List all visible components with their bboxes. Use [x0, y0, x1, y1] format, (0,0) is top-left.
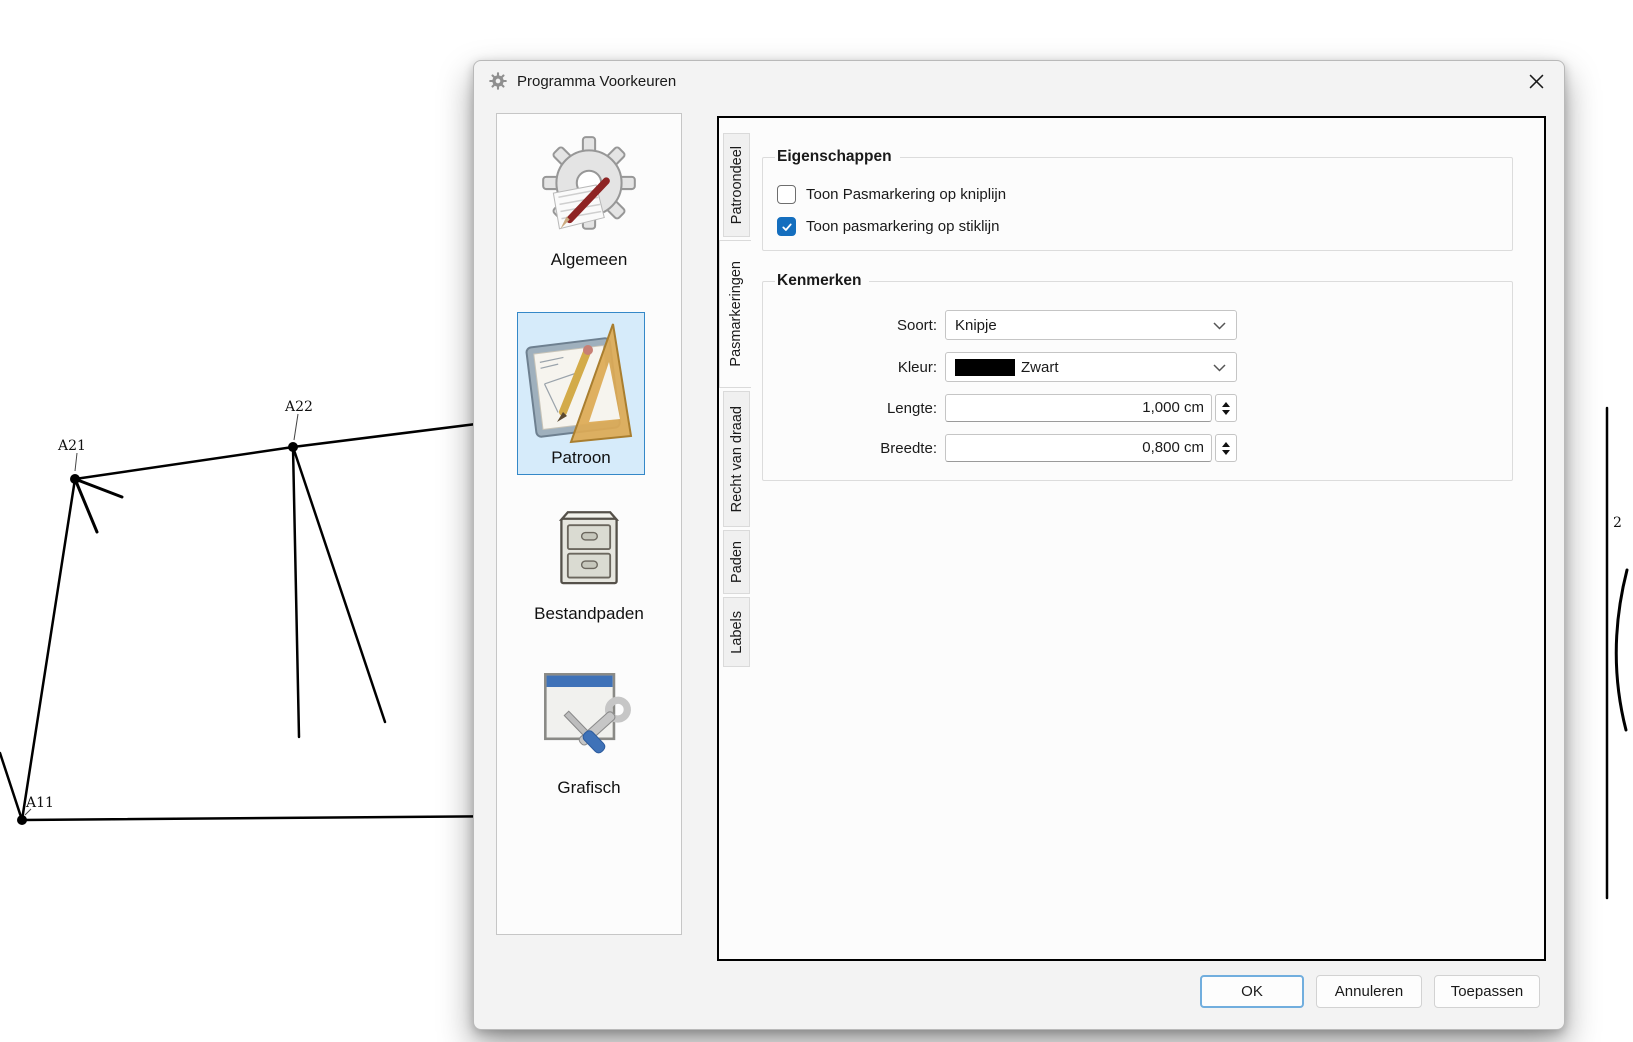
group-title: Kenmerken: [775, 272, 869, 290]
gear-icon: [488, 71, 508, 91]
sidebar-item-label: Bestandpaden: [534, 604, 644, 624]
pattern-line: [0, 753, 22, 820]
label-leader: [294, 414, 298, 440]
lengte-label: Lengte:: [775, 400, 945, 417]
pattern-line: [75, 447, 293, 479]
checkbox-stiklijn[interactable]: [777, 217, 796, 236]
preferences-dialog: Programma Voorkeuren: [473, 60, 1565, 1030]
pattern-line: [293, 421, 500, 447]
cancel-button[interactable]: Annuleren: [1316, 975, 1422, 1008]
kleur-row: Kleur: Zwart: [775, 352, 1500, 382]
sidebar-item-algemeen[interactable]: Algemeen: [497, 130, 681, 270]
breedte-row: Breedte: 0,800 cm: [775, 434, 1500, 462]
lengte-row: Lengte: 1,000 cm: [775, 394, 1500, 422]
point-label-a22: A22: [284, 399, 313, 415]
lengte-spinner[interactable]: [1215, 394, 1237, 422]
soort-dropdown[interactable]: Knipje: [945, 310, 1237, 340]
tab-pasmarkeringen[interactable]: Pasmarkeringen: [719, 240, 751, 388]
check-icon: [781, 221, 793, 233]
dialog-title: Programma Voorkeuren: [517, 73, 676, 90]
dialog-titlebar[interactable]: Programma Voorkeuren: [474, 61, 1564, 101]
sidebar-item-grafisch[interactable]: Grafisch: [497, 666, 681, 798]
breedte-label: Breedte:: [775, 440, 945, 457]
file-cabinet-icon: [543, 504, 635, 596]
gear-pencil-icon: [533, 130, 645, 242]
sidebar-item-label: Grafisch: [557, 778, 620, 798]
tab-paden[interactable]: Paden: [723, 530, 750, 594]
checkbox-row-stiklijn[interactable]: Toon pasmarkering op stiklijn: [777, 217, 1500, 236]
sidebar-item-label: Patroon: [551, 448, 611, 468]
pattern-curve: [1616, 570, 1627, 730]
pattern-board-icon: [525, 320, 637, 446]
breedte-input[interactable]: 0,800 cm: [945, 434, 1212, 462]
vertical-tab-bar: Patroondeel Pasmarkeringen Recht van dra…: [719, 118, 751, 959]
spin-up-icon[interactable]: [1222, 402, 1230, 407]
kleur-dropdown[interactable]: Zwart: [945, 352, 1237, 382]
pattern-line: [22, 816, 520, 820]
soort-label: Soort:: [775, 317, 945, 334]
checkbox-label: Toon Pasmarkering op kniplijn: [806, 186, 1006, 203]
checkbox-label: Toon pasmarkering op stiklijn: [806, 218, 999, 235]
lengte-input[interactable]: 1,000 cm: [945, 394, 1212, 422]
tab-patroondeel[interactable]: Patroondeel: [723, 133, 750, 237]
chevron-down-icon: [1213, 322, 1226, 330]
checkbox-kniplijn[interactable]: [777, 185, 796, 204]
soort-value: Knipje: [955, 317, 997, 334]
soort-row: Soort: Knipje: [775, 310, 1500, 340]
checkbox-row-kniplijn[interactable]: Toon Pasmarkering op kniplijn: [777, 185, 1500, 204]
sidebar-item-patroon[interactable]: Patroon: [517, 312, 645, 475]
window-tools-icon: [537, 666, 641, 770]
spin-down-icon[interactable]: [1222, 450, 1230, 455]
point-label-a21: A21: [57, 438, 86, 454]
tab-recht-van-draad[interactable]: Recht van draad: [723, 391, 750, 527]
pattern-line: [293, 447, 385, 722]
pattern-point: [17, 815, 27, 825]
group-title: Eigenschappen: [775, 148, 900, 166]
ok-button[interactable]: OK: [1200, 975, 1304, 1008]
pattern-line: [22, 479, 75, 820]
color-swatch-black: [955, 359, 1015, 376]
spin-up-icon[interactable]: [1222, 442, 1230, 447]
tab-content: Eigenschappen Toon Pasmarkering op knipl…: [751, 118, 1544, 959]
chevron-down-icon: [1213, 364, 1226, 372]
pattern-point: [288, 442, 298, 452]
sidebar-item-bestandpaden[interactable]: Bestandpaden: [497, 504, 681, 624]
label-leader: [75, 453, 77, 471]
close-icon: [1529, 74, 1544, 89]
settings-panel: Patroondeel Pasmarkeringen Recht van dra…: [717, 116, 1546, 961]
point-label-a11: A11: [25, 795, 54, 811]
category-sidebar: Algemeen Patroon: [496, 113, 682, 935]
pattern-line: [293, 447, 299, 737]
spin-down-icon[interactable]: [1222, 410, 1230, 415]
tab-labels[interactable]: Labels: [723, 597, 750, 667]
kleur-value: Zwart: [1021, 359, 1059, 376]
sidebar-item-label: Algemeen: [551, 250, 628, 270]
point-label-fragment: 2: [1613, 515, 1622, 531]
kleur-label: Kleur:: [775, 359, 945, 376]
apply-button[interactable]: Toepassen: [1434, 975, 1540, 1008]
kenmerken-group: Kenmerken Soort: Knipje Kleur: Zwart: [762, 272, 1513, 481]
dialog-footer: OK Annuleren Toepassen: [474, 975, 1564, 1008]
breedte-spinner[interactable]: [1215, 434, 1237, 462]
close-button[interactable]: [1520, 66, 1552, 96]
eigenschappen-group: Eigenschappen Toon Pasmarkering op knipl…: [762, 148, 1513, 251]
pattern-point: [70, 474, 80, 484]
